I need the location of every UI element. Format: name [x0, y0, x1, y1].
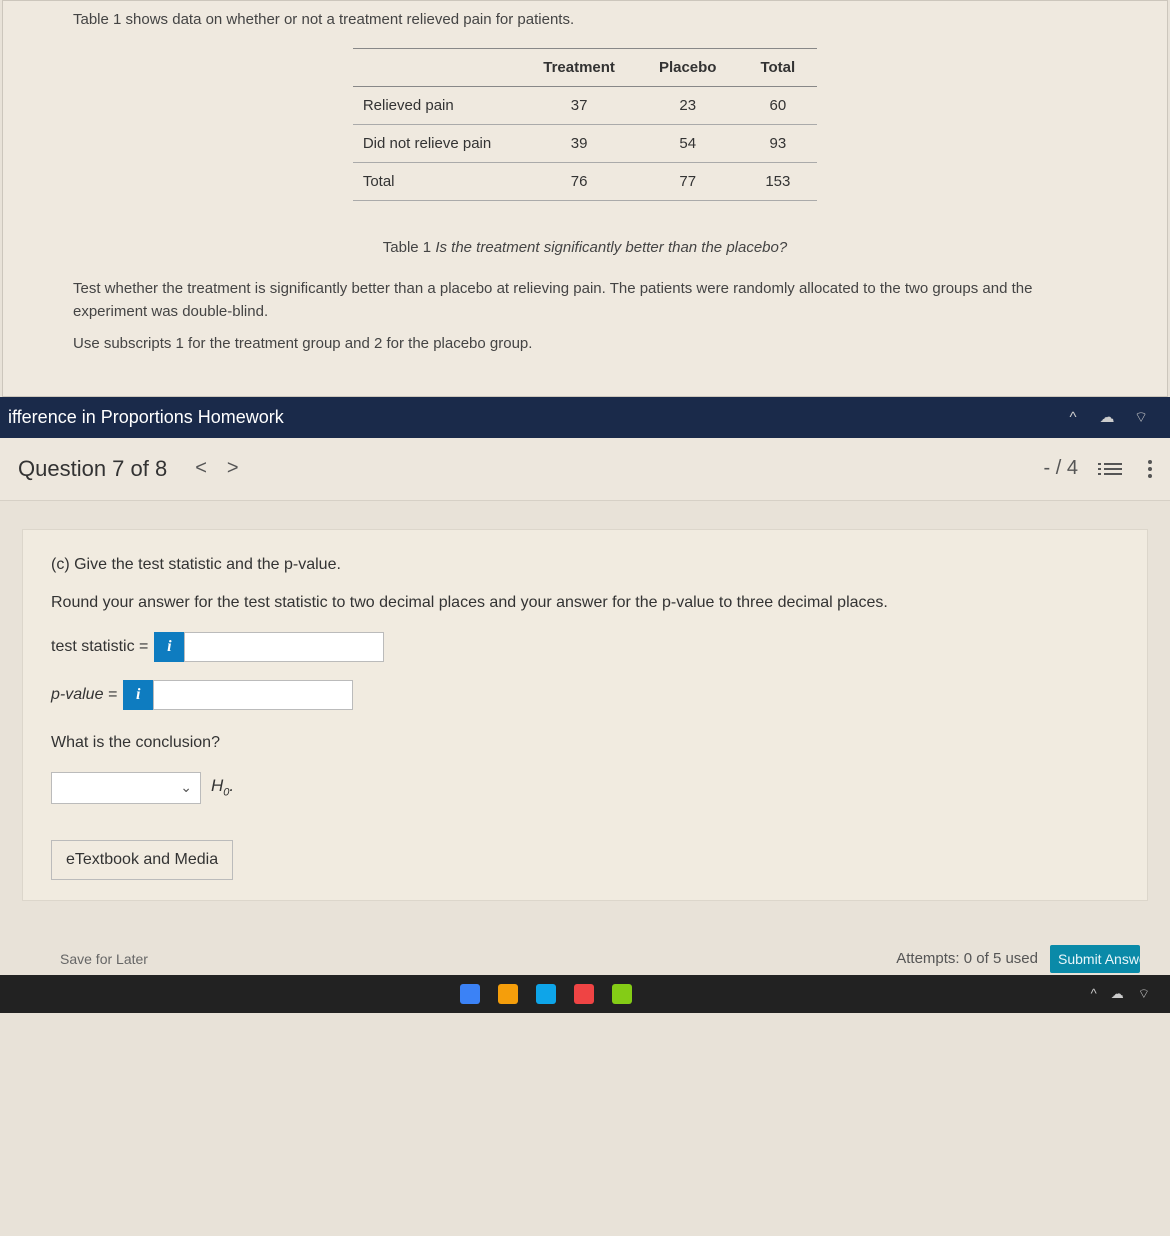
p-value-row: p-value = i — [51, 680, 1119, 710]
col-placebo: Placebo — [637, 49, 739, 87]
caption-question: Is the treatment significantly better th… — [435, 239, 787, 256]
submit-answer-button[interactable]: Submit Answer — [1050, 945, 1140, 973]
cell: 153 — [738, 163, 817, 201]
wifi-icon[interactable]: ⌔ — [1138, 986, 1150, 1002]
table-row: Total 76 77 153 — [353, 163, 817, 201]
instruction-2: Use subscripts 1 for the treatment group… — [73, 333, 1097, 356]
attempts-text: Attempts: 0 of 5 used — [896, 950, 1038, 967]
row-label: Relieved pain — [353, 87, 521, 125]
footer-row: Save for Later Attempts: 0 of 5 used Sub… — [0, 941, 1170, 973]
etextbook-button[interactable]: eTextbook and Media — [51, 840, 233, 880]
next-question-button[interactable]: > — [217, 457, 249, 480]
h0-base: H — [211, 776, 223, 795]
score-text: - / 4 — [1044, 457, 1078, 480]
test-statistic-input[interactable] — [184, 632, 384, 662]
row-label: Total — [353, 163, 521, 201]
info-icon[interactable]: i — [123, 680, 153, 710]
caret-up-icon[interactable]: ^ — [1064, 408, 1082, 426]
taskbar-icon[interactable] — [574, 984, 594, 1004]
p-value-label: p-value = — [51, 686, 117, 704]
taskbar-icon[interactable] — [498, 984, 518, 1004]
prev-question-button[interactable]: < — [185, 457, 217, 480]
answer-panel: (c) Give the test statistic and the p-va… — [22, 529, 1148, 901]
question-nav: Question 7 of 8 < > - / 4 — [0, 438, 1170, 501]
more-icon[interactable] — [1148, 460, 1152, 478]
table-header-row: Treatment Placebo Total — [353, 49, 817, 87]
cell: 93 — [738, 125, 817, 163]
question-label: Question 7 of 8 — [18, 456, 167, 482]
instruction-1: Test whether the treatment is significan… — [73, 278, 1097, 323]
col-treatment: Treatment — [521, 49, 637, 87]
bar-tray: ^ ☁ ⌔ — [1064, 408, 1150, 426]
chevron-down-icon: ⌄ — [180, 779, 192, 796]
assignment-title: ifference in Proportions Homework — [8, 407, 284, 428]
p-value-input[interactable] — [153, 680, 353, 710]
intro-text: Table 1 shows data on whether or not a t… — [73, 11, 1097, 28]
assignment-bar: ifference in Proportions Homework ^ ☁ ⌔ — [0, 397, 1170, 438]
cell: 77 — [637, 163, 739, 201]
taskbar-icon[interactable] — [536, 984, 556, 1004]
rounding-instruction: Round your answer for the test statistic… — [51, 594, 1119, 612]
taskbar-tray[interactable]: ^ ☁ ⌔ — [1091, 986, 1150, 1002]
table-row: Relieved pain 37 23 60 — [353, 87, 817, 125]
cell: 23 — [637, 87, 739, 125]
conclusion-row: ⌄ H0. — [51, 772, 1119, 804]
table-caption: Table 1 Is the treatment significantly b… — [73, 239, 1097, 256]
taskbar-icon[interactable] — [612, 984, 632, 1004]
conclusion-select[interactable]: ⌄ — [51, 772, 201, 804]
data-table: Treatment Placebo Total Relieved pain 37… — [353, 48, 817, 201]
h0-label: H0. — [211, 776, 234, 798]
cell: 54 — [637, 125, 739, 163]
test-statistic-row: test statistic = i — [51, 632, 1119, 662]
table-row: Did not relieve pain 39 54 93 — [353, 125, 817, 163]
caret-up-icon[interactable]: ^ — [1091, 986, 1097, 1001]
save-for-later-button[interactable]: Save for Later — [30, 951, 148, 967]
conclusion-question: What is the conclusion? — [51, 734, 1119, 752]
cell: 60 — [738, 87, 817, 125]
list-icon[interactable] — [1104, 463, 1122, 475]
row-label: Did not relieve pain — [353, 125, 521, 163]
part-label: (c) Give the test statistic and the p-va… — [51, 556, 1119, 574]
info-icon[interactable]: i — [154, 632, 184, 662]
wifi-icon[interactable]: ⌔ — [1132, 408, 1150, 426]
problem-statement: Table 1 shows data on whether or not a t… — [2, 0, 1168, 397]
cloud-icon[interactable]: ☁ — [1098, 408, 1116, 426]
col-blank — [353, 49, 521, 87]
taskbar-icon[interactable] — [460, 984, 480, 1004]
os-taskbar[interactable]: ^ ☁ ⌔ — [0, 975, 1170, 1013]
caption-lead: Table 1 — [383, 239, 436, 256]
cell: 76 — [521, 163, 637, 201]
score-area: - / 4 — [1044, 457, 1152, 480]
test-statistic-label: test statistic = — [51, 638, 148, 656]
cell: 39 — [521, 125, 637, 163]
h0-dot: . — [229, 776, 234, 795]
cloud-icon[interactable]: ☁ — [1111, 986, 1124, 1002]
col-total: Total — [738, 49, 817, 87]
cell: 37 — [521, 87, 637, 125]
